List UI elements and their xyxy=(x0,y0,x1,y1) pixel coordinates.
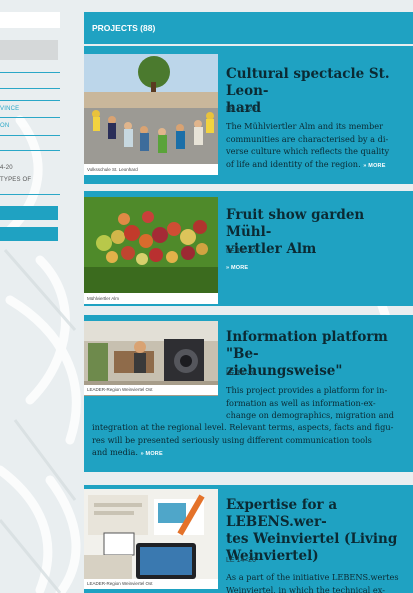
sidebar-reset-button[interactable] xyxy=(0,227,58,241)
project-tag: LE 14–20 xyxy=(226,557,256,564)
project-description-continued: integration at the regional level. Relev… xyxy=(92,422,394,457)
project-tag: LE 14–20 xyxy=(226,370,256,377)
projects-list: PROJECTS (88) Volksschule St. Leonhard C… xyxy=(84,0,413,593)
image-caption: LEADER-Region Weinviertel Ost xyxy=(84,579,218,589)
sidebar-divider xyxy=(0,194,60,195)
sidebar-divider xyxy=(0,117,60,118)
project-card[interactable]: Mühlviertler Alm Fruit show garden Mühl-… xyxy=(84,191,413,306)
project-tag: LE 14–20 xyxy=(226,106,256,113)
image-caption: Volksschule St. Leonhard xyxy=(84,164,218,175)
image-caption: LEADER-Region Weinviertel Ost xyxy=(84,385,218,395)
more-link[interactable]: » MORE xyxy=(226,264,248,271)
project-description: As a part of the initiative LEBENS.werte… xyxy=(226,572,399,593)
project-card[interactable]: LEADER-Region Weinviertel Ost Informatio… xyxy=(84,315,413,472)
project-card[interactable]: LEADER-Region Weinviertel Ost Expertise … xyxy=(84,485,413,593)
sidebar: VINCE ON 4-20 TYPES OF xyxy=(0,0,60,593)
sidebar-item-province[interactable]: VINCE xyxy=(0,106,19,112)
sidebar-divider xyxy=(0,150,60,151)
projects-header: PROJECTS (88) xyxy=(84,12,413,44)
more-link[interactable]: » MORE xyxy=(363,163,385,169)
sidebar-divider xyxy=(0,135,60,136)
sidebar-search-box[interactable] xyxy=(0,40,58,60)
project-tag: LE 14–20 xyxy=(226,248,256,255)
project-image[interactable] xyxy=(84,489,218,585)
sidebar-top-strip xyxy=(0,12,60,28)
sidebar-divider xyxy=(0,100,60,101)
sidebar-item-types[interactable]: TYPES OF xyxy=(0,177,31,183)
project-image[interactable] xyxy=(84,54,218,164)
project-image[interactable] xyxy=(84,197,218,293)
sidebar-item-region[interactable]: ON xyxy=(0,123,9,129)
project-title[interactable]: Expertise for a LEBENS.wer- tes Weinvier… xyxy=(226,497,411,565)
project-card[interactable]: Volksschule St. Leonhard Cultural specta… xyxy=(84,46,413,184)
sidebar-divider xyxy=(0,72,60,73)
sidebar-divider xyxy=(0,88,60,89)
more-link[interactable]: » MORE xyxy=(141,451,163,457)
project-description: This project provides a platform for in-… xyxy=(226,385,394,420)
project-description: The Mühlviertler Alm and its member comm… xyxy=(226,121,390,169)
sidebar-item-programme[interactable]: 4-20 xyxy=(0,165,13,171)
image-caption: Mühlviertler Alm xyxy=(84,293,218,304)
sidebar-filter-button[interactable] xyxy=(0,206,58,220)
